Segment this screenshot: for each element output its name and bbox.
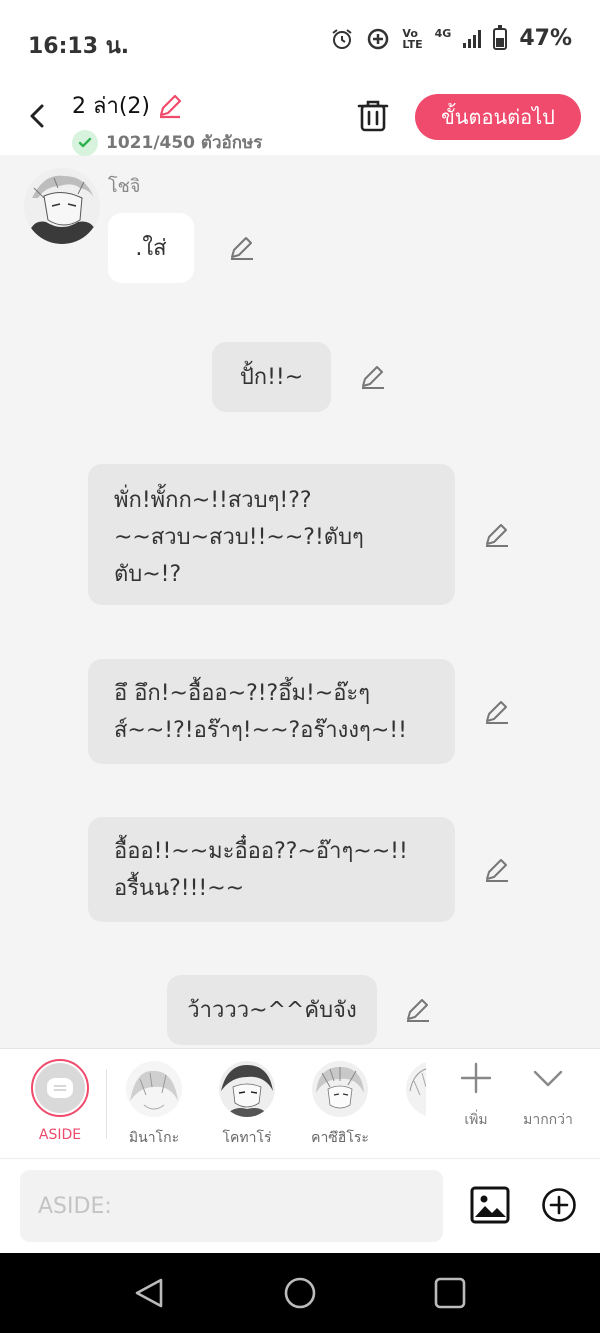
message-text: อึ อึก!~อื้ออ~?!?อึ้ม!~อ๊ะๆ ส์~~!?!อร๊าๆ… [114,681,407,743]
status-bar: 16:13 น. Vo LTE 4G 47% [0,0,600,80]
message-bubble[interactable]: .ใส่ [108,213,194,283]
message-bubble[interactable]: พั่ก!พั้กก~!!สวบๆ!?? ~~สวบ~สวบ!!~~?!ตับๆ… [88,464,455,605]
message-text: พั่ก!พั้กก~!!สวบๆ!?? ~~สวบ~สวบ!!~~?!ตับๆ… [114,488,364,587]
chevron-down-icon [533,1070,563,1087]
header: 2 ล่า(2) 1021/450 ตัวอักษร ขั้นตอนต่อไป [0,80,600,156]
status-icons: Vo LTE 4G 47% [330,24,572,51]
character-label: คาซึฮิโระ [311,1130,369,1146]
manga-portrait-icon [24,168,100,244]
nav-home-icon[interactable] [282,1275,318,1311]
next-step-button[interactable]: ขั้นตอนต่อไป [415,94,581,140]
volte-indicator: Vo LTE [402,26,423,51]
aside-avatar [31,1059,89,1117]
input-area [0,1158,600,1253]
add-character-button[interactable]: เพิ่ม [449,1061,503,1131]
battery-percent: 47% [519,26,572,51]
character-bar: ASIDE มินาโกะ โคทาโร่ คาซึฮิโระ เพิ่ม มา… [0,1048,600,1158]
image-icon[interactable] [470,1186,510,1224]
check-icon [72,129,98,156]
message-text: .ใส่ [135,235,167,261]
avatar[interactable] [24,168,100,244]
message-text: อื้ออ!!~~มะอื๋ออ??~อ๊าๆ~~!! อรื้นน?!!!~~ [114,839,408,901]
nav-back-icon[interactable] [131,1275,167,1311]
system-nav-bar [0,1253,600,1333]
plus-icon [460,1062,492,1094]
pencil-icon[interactable] [156,92,184,120]
divider [106,1069,107,1139]
character-label: โคทาโร่ [222,1130,272,1146]
page-title[interactable]: 2 ล่า(2) [72,88,262,123]
trash-icon[interactable] [356,98,390,134]
avatar [312,1061,368,1117]
network-type: 4G [434,27,452,40]
char-count: 1021/450 ตัวอักษร [106,133,263,153]
message-bubble[interactable]: อึ อึก!~อื้ออ~?!?อึ้ม!~อ๊ะๆ ส์~~!?!อร๊าๆ… [88,659,455,764]
character-kotaro[interactable]: โคทาโร่ [207,1059,287,1149]
character-label: ASIDE [38,1127,82,1143]
add-circle-icon[interactable] [541,1187,577,1223]
chat-bubble-icon [47,1078,73,1098]
alarm-icon [332,28,353,49]
add-label: เพิ่ม [464,1112,488,1128]
message-bubble[interactable]: ว้าววว~^^คับจัง [167,975,377,1045]
edit-icon[interactable] [483,698,511,726]
character-partial[interactable] [406,1061,426,1117]
chat-area[interactable]: โชจิ .ใส่ ปั้ก!!~ พั่ก!พั้กก~!!สวบๆ!?? ~… [0,155,600,1048]
character-kazuhiro[interactable]: คาซึฮิโระ [300,1059,380,1149]
data-saver-icon [368,28,389,49]
edit-icon[interactable] [483,521,511,549]
char-count-row: 1021/450 ตัวอักษร [72,129,262,156]
status-time: 16:13 น. [28,34,130,59]
signal-icon [463,29,482,48]
avatar [126,1061,182,1117]
message-bubble[interactable]: อื้ออ!!~~มะอื๋ออ??~อ๊าๆ~~!! อรื้นน?!!!~~ [88,817,455,922]
character-label: มินาโกะ [128,1130,180,1146]
back-arrow-icon[interactable] [20,98,56,134]
edit-icon[interactable] [228,234,256,262]
more-label: มากกว่า [523,1112,573,1128]
avatar [219,1061,275,1117]
story-title: 2 ล่า(2) [72,94,150,119]
edit-icon[interactable] [359,363,387,391]
edit-icon[interactable] [483,856,511,884]
title-area: 2 ล่า(2) 1021/450 ตัวอักษร [72,88,262,156]
character-aside[interactable]: ASIDE [20,1059,100,1143]
message-bubble[interactable]: ปั้ก!!~ [212,342,331,412]
message-text: ปั้ก!!~ [239,364,304,390]
battery-icon [493,24,508,50]
message-input[interactable] [20,1170,443,1242]
character-minako[interactable]: มินาโกะ [114,1059,194,1149]
nav-recents-icon[interactable] [432,1275,468,1311]
sender-name: โชจิ [108,176,141,197]
more-characters-button[interactable]: มากกว่า [516,1061,580,1131]
edit-icon[interactable] [404,996,432,1024]
message-text: ว้าววว~^^คับจัง [187,997,357,1023]
